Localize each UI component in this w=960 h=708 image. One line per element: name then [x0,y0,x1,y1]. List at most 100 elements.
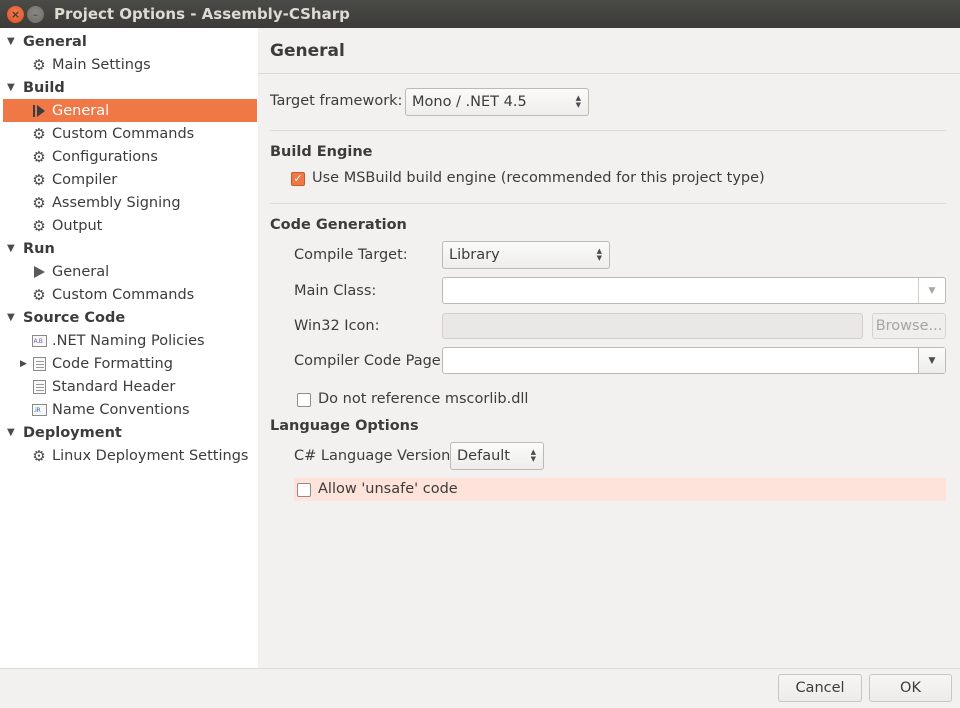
tree-item-label: Code Formatting [52,355,173,372]
gear-icon: ⚙ [32,446,46,465]
category-label: General [23,33,87,50]
compile-target-label: Compile Target: [294,247,408,263]
compiler-code-page-combo[interactable]: ▼ [442,347,946,374]
expanded-arrow-icon[interactable]: ▼ [7,82,17,93]
spin-arrows-icon: ▲ ▼ [530,448,536,463]
tree-item-label: Linux Deployment Settings [52,447,249,464]
category-label: Run [23,240,55,257]
compiler-code-page-label: Compiler Code Page: [294,353,446,369]
gear-icon: ⚙ [32,193,46,212]
tree-item-label: Configurations [52,148,158,165]
chevron-down-icon[interactable]: ▼ [918,348,945,373]
tree-item-linux-deployment[interactable]: ⚙ Linux Deployment Settings [0,444,258,467]
tree-category-build[interactable]: ▼ Build [0,76,258,99]
tree-category-deployment[interactable]: ▼ Deployment [0,421,258,444]
no-mscorlib-label[interactable]: Do not reference mscorlib.dll [318,391,528,407]
gear-icon: ⚙ [32,55,46,74]
tree-category-source-code[interactable]: ▼ Source Code [0,306,258,329]
separator [270,130,946,131]
use-msbuild-label[interactable]: Use MSBuild build engine (recommended fo… [312,170,765,186]
tree-item-run-custom-commands[interactable]: ⚙ Custom Commands [0,283,258,306]
no-mscorlib-checkbox[interactable] [297,393,311,407]
tree-item-label: Output [52,217,103,234]
window-title: Project Options - Assembly-CSharp [54,5,350,23]
compile-target-select[interactable]: Library ▲ ▼ [442,241,610,269]
page-title: General [270,41,345,61]
close-icon: × [10,8,21,21]
panel-header: General [258,28,960,74]
tree-item-label: Assembly Signing [52,194,181,211]
compile-target-value: Library [449,247,500,263]
tree-item-label: Standard Header [52,378,176,395]
win32-icon-field[interactable] [442,313,863,339]
naming-policy-icon: A.B [31,333,47,349]
tree-item-run-general[interactable]: General [0,260,258,283]
gear-icon: ⚙ [32,124,46,143]
play-icon [31,264,47,280]
tree-item-label: General [52,263,110,280]
tree-item-label: .NET Naming Policies [52,332,205,349]
category-label: Deployment [23,424,122,441]
browse-button[interactable]: Browse... [872,313,946,339]
minimize-icon: – [32,8,39,21]
gear-icon: ⚙ [32,170,46,189]
expanded-arrow-icon[interactable]: ▼ [7,427,17,438]
tree-item-main-settings[interactable]: ⚙ Main Settings [0,53,258,76]
gear-icon: ⚙ [32,216,46,235]
separator [270,203,946,204]
gear-icon: ⚙ [32,285,46,304]
options-tree: ▼ General ⚙ Main Settings ▼ Build Genera… [0,28,258,668]
tree-item-output[interactable]: ⚙ Output [0,214,258,237]
tree-item-assembly-signing[interactable]: ⚙ Assembly Signing [0,191,258,214]
target-framework-value: Mono / .NET 4.5 [412,94,527,110]
expanded-arrow-icon[interactable]: ▼ [7,243,17,254]
cancel-button[interactable]: Cancel [778,674,862,702]
name-convention-icon: .iR [31,402,47,418]
tree-item-label: Name Conventions [52,401,190,418]
tree-category-general[interactable]: ▼ General [0,30,258,53]
collapsed-arrow-icon[interactable]: ▶ [20,359,30,369]
document-icon [31,379,47,395]
minimize-window-button[interactable]: – [27,6,44,23]
code-generation-heading: Code Generation [270,217,407,233]
tree-item-custom-commands[interactable]: ⚙ Custom Commands [0,122,258,145]
chevron-down-icon[interactable]: ▼ [918,278,945,303]
allow-unsafe-checkbox[interactable] [297,483,311,497]
tree-category-run[interactable]: ▼ Run [0,237,258,260]
category-label: Build [23,79,65,96]
tree-item-code-formatting[interactable]: ▶ Code Formatting [0,352,258,375]
tree-item-compiler[interactable]: ⚙ Compiler [0,168,258,191]
build-engine-heading: Build Engine [270,144,373,160]
use-msbuild-checkbox[interactable]: ✓ [291,172,305,186]
spin-arrows-icon: ▲ ▼ [596,247,602,262]
win32-icon-label: Win32 Icon: [294,318,380,334]
tree-item-name-conventions[interactable]: .iR Name Conventions [0,398,258,421]
run-icon [31,103,47,119]
csharp-version-value: Default [457,448,510,464]
target-framework-select[interactable]: Mono / .NET 4.5 ▲ ▼ [405,88,589,116]
allow-unsafe-label[interactable]: Allow 'unsafe' code [318,481,458,497]
main-class-combo[interactable]: ▼ [442,277,946,304]
category-label: Source Code [23,309,126,326]
tree-item-configurations[interactable]: ⚙ Configurations [0,145,258,168]
tree-item-label: Custom Commands [52,125,195,142]
target-framework-label: Target framework: [270,93,403,109]
expanded-arrow-icon[interactable]: ▼ [7,312,17,323]
csharp-version-select[interactable]: Default ▲ ▼ [450,442,544,470]
tree-item-label: General [52,102,110,119]
main-class-label: Main Class: [294,283,377,299]
document-icon [31,356,47,372]
gear-icon: ⚙ [32,147,46,166]
close-window-button[interactable]: × [7,6,24,23]
tree-item-label: Custom Commands [52,286,195,303]
language-options-heading: Language Options [270,418,419,434]
title-bar: × – Project Options - Assembly-CSharp [0,0,960,28]
dialog-button-bar: Cancel OK [0,668,960,708]
tree-item-standard-header[interactable]: Standard Header [0,375,258,398]
tree-item-label: Main Settings [52,56,151,73]
ok-button[interactable]: OK [869,674,952,702]
expanded-arrow-icon[interactable]: ▼ [7,36,17,47]
tree-item-naming-policies[interactable]: A.B .NET Naming Policies [0,329,258,352]
tree-item-build-general[interactable]: General [3,99,257,122]
options-panel: General Target framework: Mono / .NET 4.… [258,28,960,668]
